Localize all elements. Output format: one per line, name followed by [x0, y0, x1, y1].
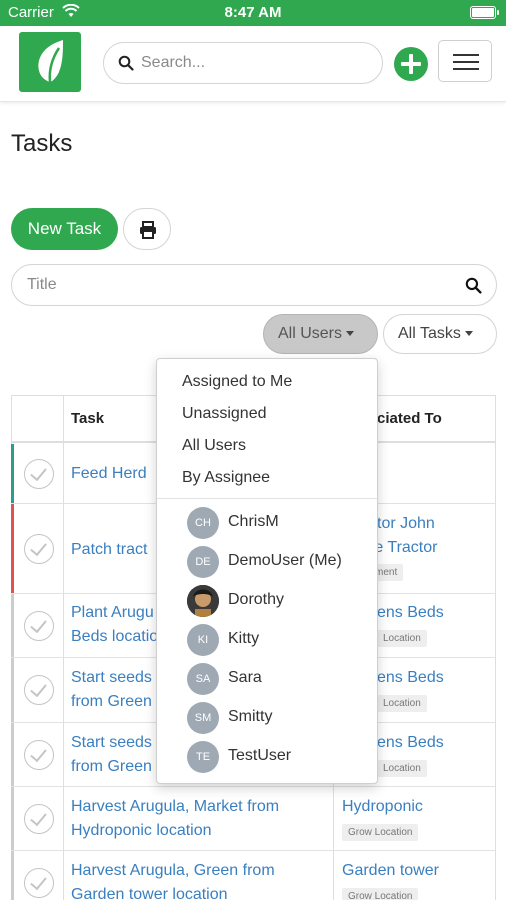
- menu-item-all-users[interactable]: All Users: [182, 437, 246, 455]
- association-type-badge: Grow Location: [342, 888, 419, 900]
- app-header: Search...: [0, 26, 506, 102]
- column-header-associated: ciated To: [377, 410, 442, 427]
- users-filter-menu: Assigned to Me Unassigned All Users By A…: [156, 358, 378, 784]
- avatar: CH: [187, 507, 219, 539]
- leaf-logo-icon[interactable]: [19, 32, 81, 92]
- search-placeholder: Search...: [141, 54, 206, 71]
- user-name: Smitty: [228, 708, 273, 725]
- complete-check-icon[interactable]: [24, 611, 54, 641]
- table-row[interactable]: Harvest Arugula, Market from Hydroponic …: [11, 787, 496, 851]
- page-title: Tasks: [11, 130, 73, 157]
- associated-link[interactable]: Hydroponic: [342, 795, 423, 819]
- associated-link[interactable]: ens Beds: [377, 731, 444, 755]
- table-row[interactable]: Harvest Arugula, Green from Garden tower…: [11, 851, 496, 900]
- search-icon: [118, 55, 134, 76]
- column-header-task: Task: [71, 410, 105, 427]
- complete-check-icon[interactable]: [24, 459, 54, 489]
- menu-item-assigned-to-me[interactable]: Assigned to Me: [182, 373, 292, 391]
- users-filter-dropdown[interactable]: All Users: [263, 314, 378, 354]
- task-link[interactable]: Harvest Arugula, Green from Garden tower…: [71, 859, 331, 900]
- row-status-bar: [11, 851, 14, 900]
- clock: 8:47 AM: [224, 4, 282, 21]
- tasks-filter-dropdown[interactable]: All Tasks: [383, 314, 497, 354]
- caret-down-icon: [346, 331, 355, 337]
- complete-check-icon[interactable]: [24, 804, 54, 834]
- search-icon: [465, 277, 482, 299]
- association-type-badge: Location: [377, 630, 427, 647]
- search-input[interactable]: Search...: [103, 42, 383, 84]
- users-filter-label: All Users: [278, 325, 343, 342]
- status-bar: Carrier 8:47 AM: [0, 0, 506, 26]
- user-name: DemoUser (Me): [228, 552, 342, 569]
- complete-check-icon[interactable]: [24, 675, 54, 705]
- association-type-badge: Location: [377, 760, 427, 777]
- avatar: KI: [187, 624, 219, 656]
- associated-link[interactable]: Garden tower: [342, 859, 439, 883]
- printer-icon: [138, 220, 158, 245]
- new-task-button[interactable]: New Task: [11, 208, 118, 250]
- user-name: TestUser: [228, 747, 292, 764]
- associated-link[interactable]: ens Beds: [377, 666, 444, 690]
- row-status-bar: [11, 594, 14, 657]
- caret-down-icon: [464, 331, 473, 337]
- associated-link[interactable]: ens Beds: [377, 601, 444, 625]
- menu-divider: [157, 498, 377, 499]
- user-name: Kitty: [228, 630, 260, 647]
- menu-item-unassigned[interactable]: Unassigned: [182, 405, 267, 423]
- association-type-badge: Location: [377, 695, 427, 712]
- association-type-badge: Grow Location: [342, 824, 419, 841]
- row-status-bar: [11, 787, 14, 850]
- user-name: ChrisM: [228, 513, 279, 530]
- user-name: Dorothy: [228, 591, 285, 608]
- tasks-filter-label: All Tasks: [398, 325, 461, 342]
- complete-check-icon[interactable]: [24, 534, 54, 564]
- row-status-bar: [11, 658, 14, 722]
- avatar: SA: [187, 663, 219, 695]
- avatar: SM: [187, 702, 219, 734]
- associated-link[interactable]: ctor John re Tractor: [369, 512, 437, 560]
- row-status-bar: [11, 444, 14, 503]
- avatar: DE: [187, 546, 219, 578]
- menu-item-by-assignee[interactable]: By Assignee: [182, 469, 270, 487]
- task-link[interactable]: Harvest Arugula, Market from Hydroponic …: [71, 795, 331, 843]
- title-filter-placeholder: Title: [27, 276, 57, 293]
- avatar-photo: [187, 585, 219, 617]
- complete-check-icon[interactable]: [24, 868, 54, 898]
- title-filter-input[interactable]: Title: [11, 264, 497, 306]
- battery-icon: [470, 6, 499, 19]
- print-button[interactable]: [123, 208, 171, 250]
- avatar: TE: [187, 741, 219, 773]
- user-name: Sara: [228, 669, 262, 686]
- complete-check-icon[interactable]: [24, 740, 54, 770]
- row-status-bar: [11, 723, 14, 786]
- row-status-bar: [11, 504, 14, 593]
- hamburger-menu-icon[interactable]: [438, 40, 492, 82]
- add-icon[interactable]: [394, 47, 428, 81]
